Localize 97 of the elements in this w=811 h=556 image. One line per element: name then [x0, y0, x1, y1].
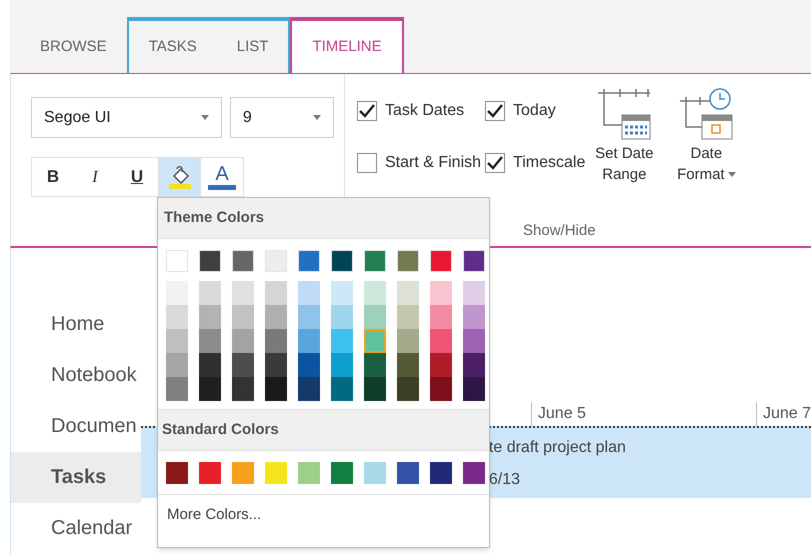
format-button[interactable]: I: [74, 158, 116, 196]
checkmark-icon: [487, 104, 504, 118]
color-swatch[interactable]: [331, 329, 353, 353]
color-swatch[interactable]: [331, 377, 353, 401]
color-swatch[interactable]: [166, 305, 188, 329]
color-swatch[interactable]: [298, 377, 320, 401]
color-swatch[interactable]: [364, 377, 386, 401]
color-swatch[interactable]: [199, 377, 221, 401]
color-swatch[interactable]: [331, 462, 353, 484]
color-swatch[interactable]: [298, 281, 320, 305]
color-swatch[interactable]: [199, 281, 221, 305]
color-swatch[interactable]: [166, 353, 188, 377]
color-swatch[interactable]: [199, 305, 221, 329]
color-swatch[interactable]: [298, 462, 320, 484]
ribbon-tab[interactable]: LIST: [216, 21, 288, 73]
color-swatch[interactable]: [397, 377, 419, 401]
checkbox[interactable]: [485, 101, 506, 121]
ribbon-tab[interactable]: TIMELINE: [292, 21, 402, 73]
font-size-dropdown[interactable]: 9: [230, 97, 334, 138]
font-dropdown[interactable]: Segoe UI: [31, 97, 222, 138]
color-swatch[interactable]: [265, 281, 287, 305]
color-swatch[interactable]: [166, 377, 188, 401]
sidebar-item[interactable]: Tasks: [11, 452, 141, 503]
color-swatch[interactable]: [265, 353, 287, 377]
date-button[interactable]: Set Date Range: [587, 87, 662, 185]
more-colors-link[interactable]: More Colors...: [158, 495, 262, 535]
color-swatch[interactable]: [298, 329, 320, 353]
color-swatch[interactable]: [397, 462, 419, 484]
color-swatch[interactable]: [232, 353, 254, 377]
color-swatch[interactable]: [430, 462, 452, 484]
sidebar-item[interactable]: Notebook: [11, 349, 141, 400]
color-swatch[interactable]: [364, 281, 386, 305]
section-header: Theme Colors: [158, 198, 489, 239]
caret-icon: [200, 115, 209, 120]
color-swatch[interactable]: [166, 462, 188, 484]
color-swatch[interactable]: [265, 377, 287, 401]
color-swatch[interactable]: [364, 462, 386, 484]
checkbox-label: Today: [513, 101, 556, 121]
checkbox[interactable]: [357, 153, 377, 173]
color-swatch[interactable]: [265, 329, 287, 353]
color-swatch[interactable]: [397, 281, 419, 305]
format-button[interactable]: B: [32, 158, 74, 196]
color-swatch[interactable]: [463, 305, 485, 329]
sidebar-item[interactable]: Calendar: [11, 502, 141, 554]
caret-icon: [313, 115, 321, 120]
color-swatch[interactable]: [232, 377, 254, 401]
checkbox[interactable]: [357, 101, 377, 121]
color-swatch[interactable]: [331, 353, 353, 377]
color-swatch[interactable]: [364, 353, 386, 377]
checkbox-label: Task Dates: [385, 101, 464, 121]
checkmark-icon: [487, 156, 504, 170]
color-swatch[interactable]: [298, 353, 320, 377]
color-swatch[interactable]: [463, 462, 485, 484]
color-swatch[interactable]: [364, 305, 386, 329]
highlight-button[interactable]: [159, 158, 201, 196]
color-swatch[interactable]: [463, 353, 485, 377]
color-swatch[interactable]: [166, 329, 188, 353]
ribbon-tab[interactable]: TASKS: [128, 21, 217, 73]
color-swatch[interactable]: [430, 353, 452, 377]
color-swatch[interactable]: [397, 353, 419, 377]
checkmark-icon: [359, 104, 375, 118]
color-swatch[interactable]: [463, 377, 485, 401]
color-swatch[interactable]: [463, 329, 485, 353]
color-swatch[interactable]: [397, 329, 419, 353]
checkbox-label: Timescale: [513, 153, 586, 173]
color-swatch[interactable]: [463, 281, 485, 305]
color-swatch[interactable]: [199, 329, 221, 353]
color-swatch[interactable]: [199, 462, 221, 484]
color-swatch[interactable]: [199, 353, 221, 377]
section-header: Standard Colors: [158, 409, 489, 451]
color-swatch[interactable]: [232, 305, 254, 329]
color-swatch[interactable]: [397, 305, 419, 329]
color-swatch[interactable]: [166, 281, 188, 305]
ribbon-tab[interactable]: BROWSE: [20, 21, 127, 73]
color-swatch[interactable]: [232, 462, 254, 484]
color-swatch[interactable]: [265, 462, 287, 484]
paint-bucket-icon: [167, 164, 193, 190]
task-dates: 6/13: [488, 470, 522, 490]
color-swatch[interactable]: [364, 329, 386, 353]
sidebar-item[interactable]: Home: [11, 298, 141, 350]
color-swatch[interactable]: [331, 281, 353, 305]
color-swatch[interactable]: [331, 305, 353, 329]
color-swatch[interactable]: [430, 329, 452, 353]
checkbox-label: Start & Finish: [385, 153, 482, 173]
color-swatch[interactable]: [298, 305, 320, 329]
checkbox[interactable]: [485, 153, 506, 173]
color-swatch[interactable]: [430, 305, 452, 329]
color-swatch[interactable]: [430, 377, 452, 401]
task-title: te draft project plan: [488, 438, 627, 458]
format-button[interactable]: U: [116, 158, 158, 196]
date-button[interactable]: Date Format: [669, 87, 744, 185]
color-swatch[interactable]: [430, 281, 452, 305]
color-swatch[interactable]: [265, 305, 287, 329]
color-swatch[interactable]: [232, 281, 254, 305]
sidebar-item[interactable]: Documen: [11, 400, 141, 452]
group-label: Show/Hide: [523, 220, 596, 240]
color-swatch[interactable]: [232, 329, 254, 353]
